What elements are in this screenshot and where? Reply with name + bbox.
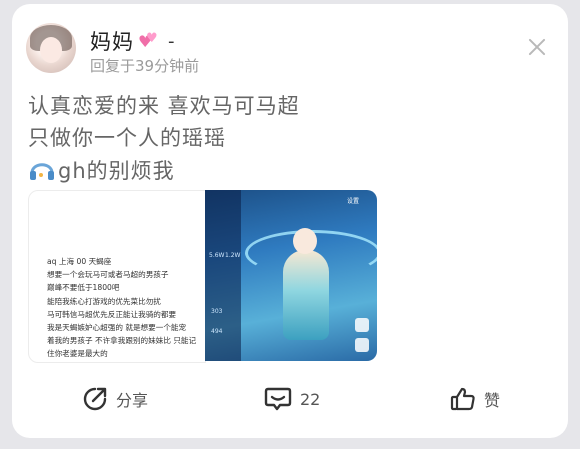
- comment-icon: [264, 387, 292, 411]
- hero-figure: [283, 250, 329, 340]
- share-button[interactable]: 分享: [82, 386, 148, 412]
- game-side-panel: [205, 190, 241, 361]
- chat-line: 马可韩信马超优先反正能让我骑的都要: [47, 309, 177, 319]
- game-button-icon: [355, 318, 369, 332]
- chat-line: 我是天蝎嫉妒心超强的 就是想要一个能宠: [47, 323, 187, 333]
- post-card: 妈妈 ♥ ♥ - 回复于39分钟前 认真恋爱的来 喜欢马可马超 只做你一个人的瑶瑶…: [12, 4, 568, 438]
- post-text-line-2: 只做你一个人的瑶瑶: [28, 126, 226, 150]
- post-text-line-3: gh的别烦我: [28, 155, 175, 185]
- author-row: 妈妈 ♥ ♥ -: [90, 26, 175, 56]
- hearts-emoji-icon: ♥ ♥: [138, 31, 158, 51]
- avatar-face: [40, 37, 62, 63]
- game-settings-label: 设置: [347, 198, 360, 205]
- author-name-suffix: -: [168, 30, 175, 52]
- like-button[interactable]: 赞: [450, 386, 500, 412]
- game-button-icon: [355, 338, 369, 352]
- game-stat: 5.6W: [209, 252, 225, 259]
- action-bar: 分享 22 赞: [12, 376, 568, 424]
- thumbs-up-icon: [450, 387, 475, 411]
- post-text-line-3-text: gh的别烦我: [58, 159, 175, 183]
- chat-line: 想要一个会玩马可或者马超的男孩子: [47, 270, 169, 280]
- game-stat: 494: [211, 328, 223, 335]
- like-label: 赞: [484, 391, 501, 410]
- hero-figure-head: [293, 228, 317, 254]
- attached-image-chat[interactable]: aq 上海 00 天蝎座 想要一个会玩马可或者马超的男孩子 巅峰不要低于1800…: [28, 190, 206, 363]
- author-name[interactable]: 妈妈: [90, 26, 134, 56]
- headphone-icon: [30, 163, 54, 180]
- attached-image-game[interactable]: 设置 5.6W 1.2W 303 494: [205, 190, 377, 361]
- reply-time: 回复于39分钟前: [90, 57, 200, 75]
- game-stat: 1.2W: [225, 252, 241, 259]
- game-stat: 303: [211, 308, 223, 315]
- chat-line: 着我的男孩子 不许拿我跟别的妹妹比 只能记: [47, 336, 197, 346]
- share-icon: [83, 387, 107, 411]
- close-icon[interactable]: [528, 38, 546, 56]
- chat-text-block: aq 上海 00 天蝎座 想要一个会玩马可或者马超的男孩子 巅峰不要低于1800…: [47, 255, 205, 361]
- chat-line: 住你老婆是最大的: [47, 349, 108, 359]
- post-text-line-1: 认真恋爱的来 喜欢马可马超: [28, 94, 300, 118]
- avatar[interactable]: [26, 23, 76, 73]
- chat-line: 能陪我练心打游戏的优先菜比勿扰: [47, 296, 161, 306]
- chat-line: aq 上海 00 天蝎座: [47, 257, 112, 266]
- comment-button[interactable]: 22: [264, 386, 320, 412]
- chat-line: 巅峰不要低于1800吧: [47, 283, 120, 293]
- comment-count: 22: [300, 389, 321, 409]
- share-label: 分享: [116, 391, 149, 410]
